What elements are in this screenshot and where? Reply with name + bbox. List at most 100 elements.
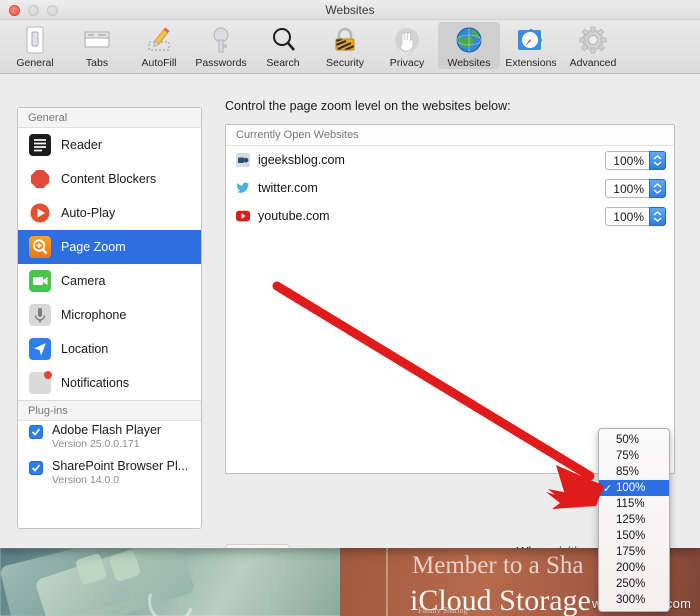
sidebar-item-notifications[interactable]: Notifications bbox=[18, 366, 201, 400]
zoom-option-150[interactable]: 150% bbox=[599, 528, 669, 544]
plugin-checkbox-sharepoint-browser[interactable] bbox=[29, 461, 43, 475]
toolbar-item-tabs[interactable]: Tabs bbox=[66, 22, 128, 69]
general-icon bbox=[19, 24, 51, 56]
plugin-checkbox-adobe-flash-player[interactable] bbox=[29, 425, 43, 439]
sidebar-label-auto-play: Auto-Play bbox=[61, 206, 116, 220]
toolbar-label-search: Search bbox=[266, 57, 300, 69]
search-icon bbox=[267, 24, 299, 56]
stepper-buttons-igeeksblog[interactable] bbox=[649, 150, 666, 170]
camera-icon bbox=[29, 270, 51, 292]
zoom-option-label: 250% bbox=[616, 578, 646, 590]
passwords-icon bbox=[205, 24, 237, 56]
toolbar-label-advanced: Advanced bbox=[569, 57, 617, 69]
sidebar-label-camera: Camera bbox=[61, 274, 106, 288]
sidebar-item-page-zoom[interactable]: Page Zoom bbox=[18, 230, 201, 264]
zoom-level-dropdown[interactable]: 50% 75% 85% ✓ 100% 115% 125% 150% 175% 200% 250% 30… bbox=[598, 428, 670, 612]
toolbar-item-privacy[interactable]: Privacy bbox=[376, 22, 438, 69]
sidebar-label-notifications: Notifications bbox=[61, 376, 130, 390]
websites-sidebar: General Reader Content Blockers Auto-Pla… bbox=[17, 107, 202, 529]
chevron-down-icon bbox=[653, 188, 662, 194]
zoom-option-125[interactable]: 125% bbox=[599, 512, 669, 528]
preferences-toolbar: General Tabs AutoFill Passwords Search S… bbox=[0, 20, 700, 74]
zoom-value-youtube[interactable]: 100% bbox=[605, 206, 649, 226]
plugin-row-adobe-flash-player[interactable]: Adobe Flash Player Version 25.0.0.171 bbox=[18, 421, 201, 457]
stepper-buttons-twitter[interactable] bbox=[649, 178, 666, 198]
autofill-icon bbox=[143, 24, 175, 56]
location-icon bbox=[29, 338, 51, 360]
sidebar-item-content-blockers[interactable]: Content Blockers bbox=[18, 162, 201, 196]
toolbar-label-security: Security bbox=[326, 57, 364, 69]
content-blockers-icon bbox=[29, 168, 51, 190]
zoom-option-label: 85% bbox=[616, 466, 640, 478]
zoom-stepper-twitter[interactable]: 100% bbox=[605, 178, 666, 198]
page-zoom-description: Control the page zoom level on the websi… bbox=[225, 99, 511, 113]
extensions-icon bbox=[515, 24, 547, 56]
toolbar-item-passwords[interactable]: Passwords bbox=[190, 22, 252, 69]
sidebar-label-microphone: Microphone bbox=[61, 308, 127, 322]
zoom-option-label: 75% bbox=[616, 450, 640, 462]
zoom-option-85[interactable]: 85% bbox=[599, 464, 669, 480]
site-row-youtube[interactable]: youtube.com 100% bbox=[226, 202, 674, 230]
sidebar-item-reader[interactable]: Reader bbox=[18, 128, 201, 162]
toolbar-item-security[interactable]: Security bbox=[314, 22, 376, 69]
tabs-icon bbox=[81, 24, 113, 56]
advanced-icon bbox=[577, 24, 609, 56]
zoom-stepper-igeeksblog[interactable]: 100% bbox=[605, 150, 666, 170]
site-row-igeeksblog[interactable]: igeeksblog.com 100% bbox=[226, 146, 674, 174]
zoom-option-label: 200% bbox=[616, 562, 646, 574]
toolbar-label-privacy: Privacy bbox=[389, 57, 425, 69]
plugin-version-sharepoint-browser: Version 14.0.0 bbox=[52, 474, 120, 486]
chevron-up-icon bbox=[653, 154, 662, 160]
toolbar-item-websites[interactable]: Websites bbox=[438, 22, 500, 69]
window-titlebar: Websites bbox=[0, 0, 700, 20]
zoom-option-300[interactable]: 300% bbox=[599, 592, 669, 608]
toolbar-item-extensions[interactable]: Extensions bbox=[500, 22, 562, 69]
zoom-option-50[interactable]: 50% bbox=[599, 432, 669, 448]
zoom-option-label: 50% bbox=[616, 434, 640, 446]
zoom-option-250[interactable]: 250% bbox=[599, 576, 669, 592]
igeeksblog-favicon bbox=[236, 153, 250, 167]
toolbar-label-general: General bbox=[16, 57, 54, 69]
check-icon: ✓ bbox=[603, 482, 613, 495]
stepper-buttons-youtube[interactable] bbox=[649, 206, 666, 226]
zoom-option-115[interactable]: 115% bbox=[599, 496, 669, 512]
zoom-option-label: 175% bbox=[616, 546, 646, 558]
notifications-icon bbox=[29, 371, 52, 394]
zoom-option-75[interactable]: 75% bbox=[599, 448, 669, 464]
site-name-youtube: youtube.com bbox=[258, 209, 330, 223]
site-row-twitter[interactable]: twitter.com 100% bbox=[226, 174, 674, 202]
sidebar-label-reader: Reader bbox=[61, 138, 102, 152]
remove-button[interactable]: Remove bbox=[225, 544, 290, 548]
zoom-option-200[interactable]: 200% bbox=[599, 560, 669, 576]
zoom-value-igeeksblog[interactable]: 100% bbox=[605, 150, 649, 170]
zoom-option-100[interactable]: ✓ 100% bbox=[599, 480, 669, 496]
sidebar-item-auto-play[interactable]: Auto-Play bbox=[18, 196, 201, 230]
page-zoom-pane: Control the page zoom level on the websi… bbox=[225, 99, 675, 474]
page-zoom-icon bbox=[29, 236, 51, 258]
zoom-value-twitter[interactable]: 100% bbox=[605, 178, 649, 198]
sidebar-header-plugins: Plug-ins bbox=[18, 401, 201, 421]
microphone-icon bbox=[29, 304, 51, 326]
privacy-icon bbox=[391, 24, 423, 56]
sidebar-item-location[interactable]: Location bbox=[18, 332, 201, 366]
safari-preferences-window: Websites General Tabs AutoFill Passwords… bbox=[0, 0, 700, 548]
chevron-down-icon bbox=[653, 216, 662, 222]
toolbar-label-autofill: AutoFill bbox=[141, 57, 177, 69]
background-caption: Family Sharing bbox=[418, 606, 468, 615]
zoom-stepper-youtube[interactable]: 100% bbox=[605, 206, 666, 226]
screenshot-root: Member to a Sha iCloud Storage P Family … bbox=[0, 0, 700, 616]
toolbar-item-search[interactable]: Search bbox=[252, 22, 314, 69]
zoom-option-175[interactable]: 175% bbox=[599, 544, 669, 560]
sidebar-item-microphone[interactable]: Microphone bbox=[18, 298, 201, 332]
toolbar-item-autofill[interactable]: AutoFill bbox=[128, 22, 190, 69]
site-name-twitter: twitter.com bbox=[258, 181, 318, 195]
toolbar-item-general[interactable]: General bbox=[4, 22, 66, 69]
zoom-option-label: 150% bbox=[616, 530, 646, 542]
security-icon bbox=[329, 24, 361, 56]
sidebar-item-camera[interactable]: Camera bbox=[18, 264, 201, 298]
auto-play-icon bbox=[29, 202, 51, 224]
chevron-up-icon bbox=[653, 182, 662, 188]
toolbar-item-advanced[interactable]: Advanced bbox=[562, 22, 624, 69]
zoom-option-label: 300% bbox=[616, 594, 646, 606]
plugin-row-sharepoint-browser[interactable]: SharePoint Browser Pl... Version 14.0.0 bbox=[18, 457, 201, 493]
